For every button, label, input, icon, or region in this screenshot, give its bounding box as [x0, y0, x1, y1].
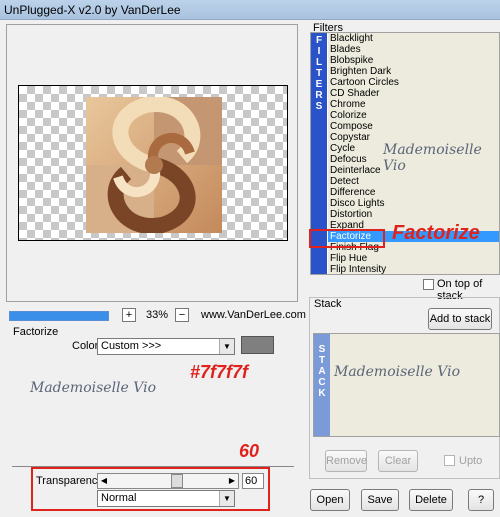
on-top-checkbox[interactable] — [423, 279, 434, 290]
list-item[interactable]: Brighten Dark — [328, 66, 499, 77]
color-hex-annotation: #7f7f7f — [190, 362, 249, 382]
filters-watermark: Mademoiselle Vio — [383, 142, 482, 174]
chevron-down-icon: ▼ — [219, 491, 234, 506]
upto-label: Upto — [459, 455, 483, 467]
remove-button[interactable]: Remove — [325, 450, 367, 472]
plugin-window: UnPlugged-X v2.0 by VanDerLee + 33% − ww… — [0, 0, 500, 517]
chevron-down-icon: ▼ — [219, 339, 234, 354]
color-select[interactable]: Custom >>> ▼ — [97, 338, 235, 355]
list-item[interactable]: Disco Lights — [328, 198, 499, 209]
list-item[interactable]: CD Shader — [328, 88, 499, 99]
stack-label: Stack — [314, 298, 342, 310]
list-item[interactable]: Difference — [328, 187, 499, 198]
settings-group-title: Factorize — [13, 326, 59, 338]
list-item[interactable]: Cartoon Circles — [328, 77, 499, 88]
transparency-label: Transparency — [36, 475, 103, 487]
list-item[interactable]: Compose — [328, 121, 499, 132]
watermark-text: Mademoiselle Vio — [30, 380, 157, 396]
blend-mode-value: Normal — [101, 492, 137, 504]
blend-mode-select[interactable]: Normal ▼ — [97, 490, 235, 507]
delete-button[interactable]: Delete — [409, 489, 453, 511]
help-button[interactable]: ? — [468, 489, 494, 511]
save-button[interactable]: Save — [361, 489, 399, 511]
title-bar: UnPlugged-X v2.0 by VanDerLee — [0, 0, 500, 20]
list-item[interactable]: Flip Hue — [328, 253, 499, 264]
list-item[interactable]: Blobspike — [328, 55, 499, 66]
color-label: Color — [72, 340, 99, 352]
filter-annotation: Factorize — [392, 222, 480, 244]
list-item[interactable]: Distortion — [328, 209, 499, 220]
add-to-stack-button[interactable]: Add to stack — [428, 308, 492, 330]
list-item[interactable]: Blades — [328, 44, 499, 55]
color-select-value: Custom >>> — [101, 340, 162, 352]
stack-vertical-tab[interactable]: S T A C K — [314, 334, 330, 436]
zoom-level: 33% — [146, 309, 169, 321]
list-item[interactable]: Detect — [328, 176, 499, 187]
stack-watermark: Mademoiselle Vio — [334, 364, 461, 380]
list-item[interactable]: Blacklight — [328, 33, 499, 44]
transparency-input[interactable]: 60 — [242, 473, 264, 489]
window-title: UnPlugged-X v2.0 by VanDerLee — [4, 3, 181, 17]
color-swatch[interactable] — [241, 336, 274, 354]
transparency-slider[interactable]: ◀ ▶ — [97, 473, 239, 489]
value-annotation: 60 — [239, 441, 260, 461]
open-button[interactable]: Open — [310, 489, 350, 511]
stack-list[interactable]: S T A C K Mademoiselle Vio — [313, 333, 500, 437]
website-link[interactable]: www.VanDerLee.com — [201, 309, 306, 321]
filter-highlight-box — [309, 229, 385, 248]
preview-image — [86, 97, 222, 233]
zoom-in-button[interactable]: + — [122, 308, 136, 322]
slider-left-icon[interactable]: ◀ — [98, 474, 110, 488]
list-item[interactable]: Chrome — [328, 99, 499, 110]
slider-right-icon[interactable]: ▶ — [226, 474, 238, 488]
progress-bar — [9, 311, 109, 321]
clear-button[interactable]: Clear — [378, 450, 418, 472]
upto-checkbox[interactable] — [444, 455, 455, 466]
list-item[interactable]: Colorize — [328, 110, 499, 121]
zoom-out-button[interactable]: − — [175, 308, 189, 322]
preview-canvas[interactable] — [18, 85, 288, 241]
list-item[interactable]: Flip Intensity — [328, 264, 499, 274]
preview-panel — [6, 24, 298, 302]
slider-thumb[interactable] — [171, 474, 183, 488]
